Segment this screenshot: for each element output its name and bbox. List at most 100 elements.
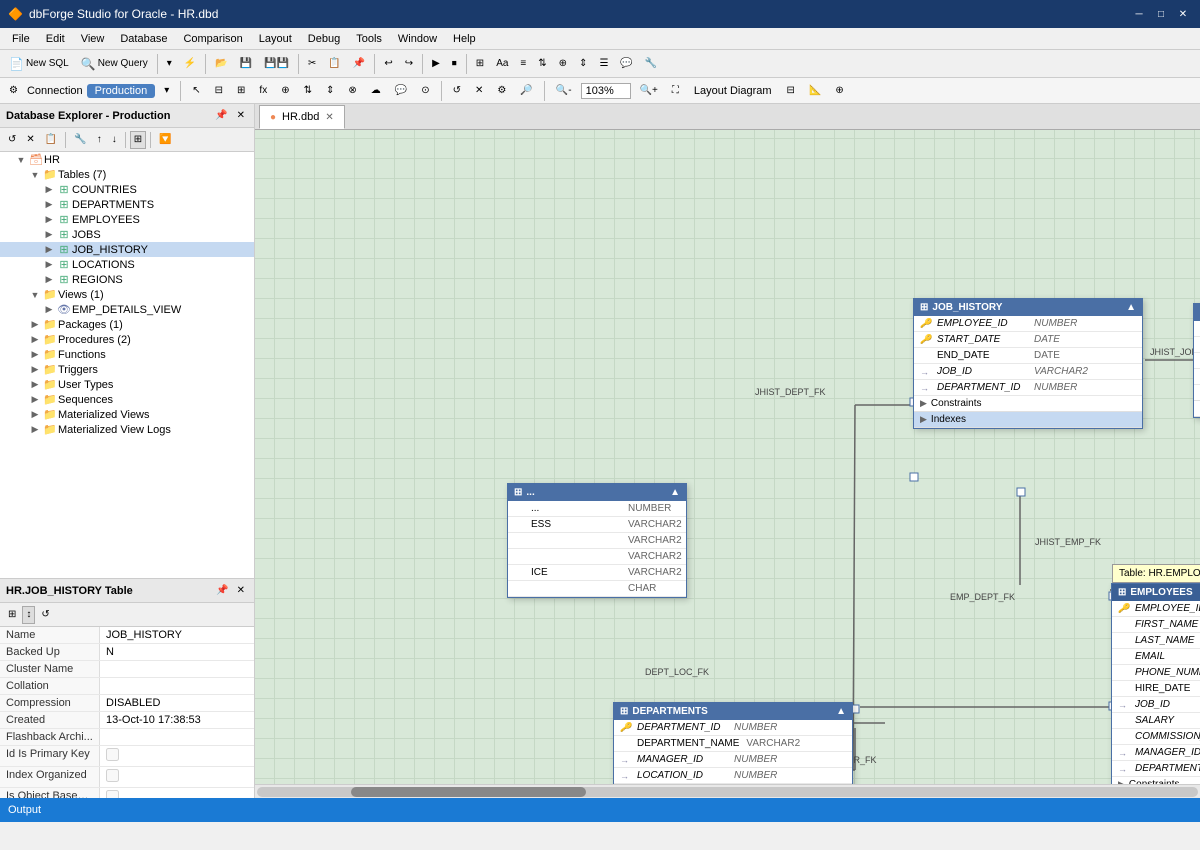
conn-misc7[interactable]: 🔎 [515, 80, 537, 102]
props-row-collation[interactable]: Collation [0, 678, 254, 695]
field-manager-id-emp[interactable]: → MANAGER_ID NUMBER [1112, 745, 1200, 761]
field-hire-date[interactable]: HIRE_DATE DATE [1112, 681, 1200, 697]
diagram-canvas[interactable]: JHIST_DEPT_FK JHIST_JOB_FK JHIST_EMP_FK … [255, 130, 1200, 798]
tb-misc5[interactable]: ☰ [594, 53, 613, 75]
tb-grid[interactable]: ⊞ [471, 53, 489, 75]
field-row[interactable]: ... NUMBER [508, 501, 686, 517]
props-sort-btn[interactable]: ↕ [22, 606, 35, 624]
props-row-name[interactable]: Name JOB_HISTORY [0, 627, 254, 644]
conn-misc1[interactable]: ⊕ [276, 80, 294, 102]
field-row[interactable]: CHAR [508, 581, 686, 597]
table-partial-scroll[interactable]: ▲ [670, 487, 680, 498]
h-scrollbar[interactable] [255, 784, 1200, 798]
props-row-compression[interactable]: Compression DISABLED [0, 695, 254, 712]
field-manager-id-dept[interactable]: → MANAGER_ID NUMBER [614, 752, 852, 768]
field-first-name[interactable]: FIRST_NAME VARCHAR2 [1112, 617, 1200, 633]
tb-paste[interactable]: 📌 [348, 53, 370, 75]
field-employee-id[interactable]: 🔑 EMPLOYEE_ID NUMBER [914, 316, 1142, 332]
props-close-btn[interactable]: ✕ [234, 582, 248, 600]
menu-debug[interactable]: Debug [300, 31, 348, 47]
grid-view-btn[interactable]: ⊟ [210, 80, 228, 102]
props-row-object-based[interactable]: Is Object Based ... [0, 788, 254, 798]
tb-misc3[interactable]: ⊕ [554, 53, 572, 75]
job-history-scroll[interactable]: ▲ [1126, 302, 1136, 313]
zoom-out-btn[interactable]: 🔍- [551, 80, 577, 102]
tb-misc4[interactable]: ⇕ [574, 53, 592, 75]
filter-btn[interactable]: 🔧 [70, 131, 90, 149]
field-row[interactable]: VARCHAR2 [508, 533, 686, 549]
tree-node-employees[interactable]: ▶ ⊞ EMPLOYEES [0, 212, 254, 227]
field-department-name[interactable]: DEPARTMENT_NAME VARCHAR2 [614, 736, 852, 752]
props-refresh-btn[interactable]: ↺ [37, 606, 53, 624]
jobs-indexes-section[interactable]: ▶ Indexes [1194, 401, 1200, 417]
table-job-history[interactable]: ⊞ JOB_HISTORY ▲ 🔑 EMPLOYEE_ID NUMBER 🔑 S… [913, 298, 1143, 429]
explorer-pin-btn[interactable]: 📌 [212, 107, 230, 125]
table-employees[interactable]: ⊞ EMPLOYEES ▲ Table: HR.EMPLOYEES 🔑 EMPL… [1111, 583, 1200, 798]
field-department-id-emp[interactable]: → DEPARTMENT_ID NUMBER [1112, 761, 1200, 777]
departments-scroll[interactable]: ▲ [836, 706, 846, 717]
tree-node-mat-views[interactable]: ▶ 📁 Materialized Views [0, 407, 254, 422]
props-row-id-pk[interactable]: Id Is Primary Key [0, 746, 254, 767]
tree-node-departments[interactable]: ▶ ⊞ DEPARTMENTS [0, 197, 254, 212]
field-commission-pct[interactable]: COMMISSION_PCT NUMBER [1112, 729, 1200, 745]
remove-item-btn[interactable]: ✕ [22, 131, 38, 149]
schema-btn[interactable]: ⊞ [130, 131, 146, 149]
tree-node-packages[interactable]: ▶ 📁 Packages (1) [0, 317, 254, 332]
field-location-id[interactable]: → LOCATION_ID NUMBER [614, 768, 852, 784]
menu-comparison[interactable]: Comparison [175, 31, 250, 47]
tree-node-sequences[interactable]: ▶ 📁 Sequences [0, 392, 254, 407]
tab-close-btn[interactable]: ✕ [325, 112, 333, 123]
field-min-salary[interactable]: MIN_SALARY NUMBER [1194, 353, 1200, 369]
props-row-index-organized[interactable]: Index Organized [0, 767, 254, 788]
menu-window[interactable]: Window [390, 31, 445, 47]
props-row-cluster-name[interactable]: Cluster Name [0, 661, 254, 678]
employees-header[interactable]: ⊞ EMPLOYEES ▲ [1112, 584, 1200, 601]
layout-btn2[interactable]: 📐 [804, 80, 826, 102]
field-job-id[interactable]: 🔑 JOB_ID VARCHAR2 [1194, 321, 1200, 337]
conn-misc4[interactable]: ⊗ [343, 80, 361, 102]
menu-help[interactable]: Help [445, 31, 484, 47]
tb-save-btn[interactable]: 💾 [235, 53, 257, 75]
copy-tree-btn[interactable]: 📋 [41, 131, 61, 149]
menu-layout[interactable]: Layout [251, 31, 300, 47]
field-department-id[interactable]: 🔑 DEPARTMENT_ID NUMBER [614, 720, 852, 736]
refresh-tree-btn[interactable]: ↺ [4, 131, 20, 149]
layout-btn1[interactable]: ⊟ [782, 80, 800, 102]
field-department-id-jhist[interactable]: → DEPARTMENT_ID NUMBER [914, 380, 1142, 396]
tb-misc2[interactable]: ⇅ [533, 53, 551, 75]
tree-node-views[interactable]: ▼ 📁 Views (1) [0, 287, 254, 302]
field-max-salary[interactable]: MAX_SALARY NUMBER [1194, 369, 1200, 385]
conn-tool1[interactable]: ⊙ [416, 80, 434, 102]
tree-node-user-types[interactable]: ▶ 📁 User Types [0, 377, 254, 392]
minimize-button[interactable]: ─ [1130, 5, 1148, 23]
jobs-header[interactable]: ⊞ JOBS ▲ [1194, 304, 1200, 321]
tree-node-emp-details-view[interactable]: ▶ 👁 EMP_DETAILS_VIEW [0, 302, 254, 317]
job-history-constraints-section[interactable]: ▶ Constraints [914, 396, 1142, 412]
table-view-btn[interactable]: ⊞ [232, 80, 250, 102]
field-job-id-jhist[interactable]: → JOB_ID VARCHAR2 [914, 364, 1142, 380]
explorer-close-btn[interactable]: ✕ [234, 107, 248, 125]
tree-node-procedures[interactable]: ▶ 📁 Procedures (2) [0, 332, 254, 347]
cursor-tool[interactable]: ↖ [187, 80, 205, 102]
tree-node-hr[interactable]: ▼ 🗃 HR [0, 152, 254, 167]
comment-btn[interactable]: 💬 [390, 80, 412, 102]
tab-hr-dbd[interactable]: ● HR.dbd ✕ [259, 105, 345, 129]
conn-misc6[interactable]: ⚙ [492, 80, 511, 102]
field-email[interactable]: EMAIL VARCHAR2 [1112, 649, 1200, 665]
field-phone-number[interactable]: PHONE_NUMBER VARCHAR2 [1112, 665, 1200, 681]
field-end-date[interactable]: END_DATE DATE [914, 348, 1142, 364]
conn-misc2[interactable]: ⇅ [299, 80, 317, 102]
props-row-backed-up[interactable]: Backed Up N [0, 644, 254, 661]
tb-copy[interactable]: 📋 [323, 53, 345, 75]
connection-icon-btn[interactable]: ⚙ [4, 80, 23, 102]
tree-node-locations[interactable]: ▶ ⊞ LOCATIONS [0, 257, 254, 272]
tb-undo[interactable]: ↩ [379, 53, 397, 75]
tree-filter-btn[interactable]: 🔽 [155, 131, 175, 149]
field-emp-id[interactable]: 🔑 EMPLOYEE_ID BER [1112, 601, 1200, 617]
connection-name-badge[interactable]: Production [87, 84, 156, 98]
conn-misc3[interactable]: ⇕ [321, 80, 339, 102]
conn-x-btn[interactable]: ✕ [470, 80, 488, 102]
tree-node-functions[interactable]: ▶ 📁 Functions [0, 347, 254, 362]
tree-node-countries[interactable]: ▶ ⊞ COUNTRIES [0, 182, 254, 197]
tree-node-jobs[interactable]: ▶ ⊞ JOBS [0, 227, 254, 242]
